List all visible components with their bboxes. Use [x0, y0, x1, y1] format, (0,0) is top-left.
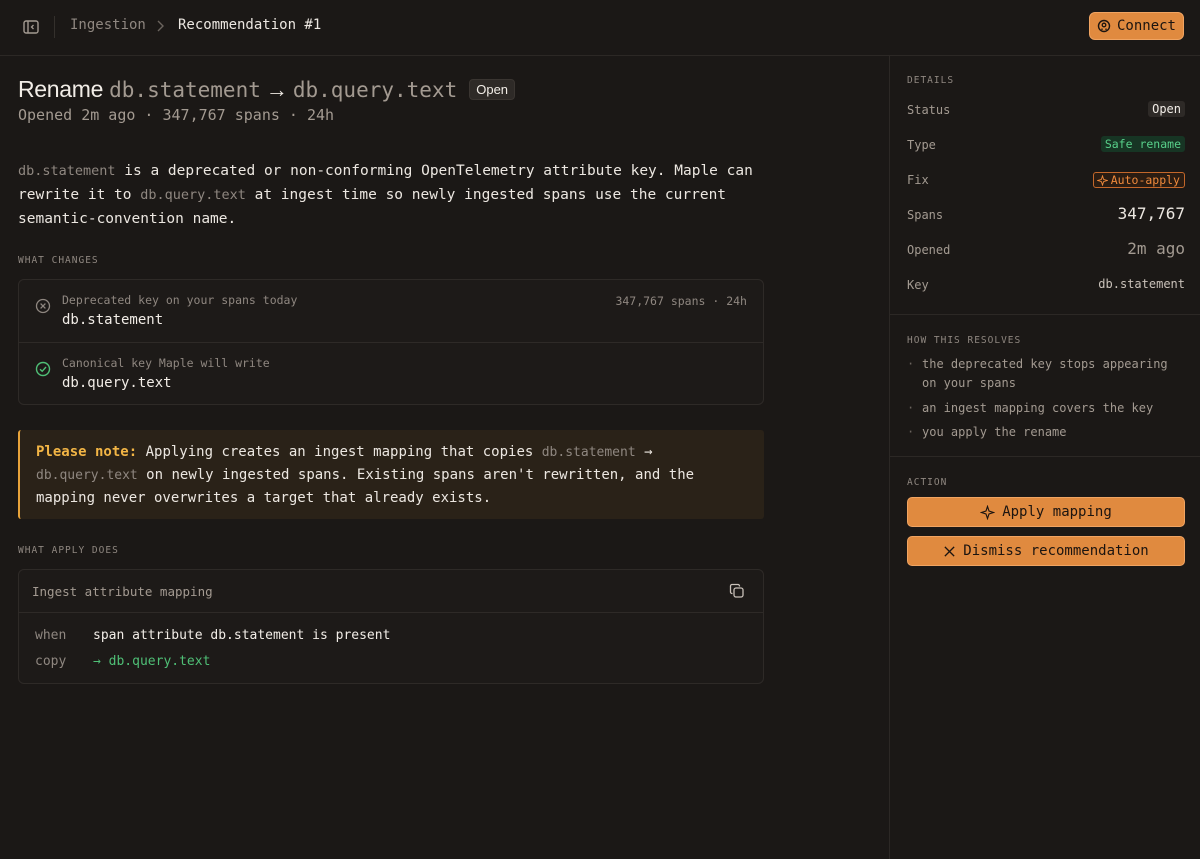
check-circle-icon [35, 361, 51, 377]
topbar-divider [54, 16, 55, 38]
detail-key-key: Key [907, 278, 929, 292]
dismiss-recommendation-label: Dismiss recommendation [963, 543, 1149, 559]
connect-label: Connect [1116, 18, 1176, 34]
title-from-key: db.statement [109, 77, 261, 102]
apply-mapping-label: Apply mapping [1002, 504, 1112, 520]
change-key-deprecated: db.statement [62, 312, 164, 328]
details-label: DETAILS [907, 75, 955, 86]
detail-opened: Opened 2m ago [907, 239, 1185, 263]
what-changes-box: Deprecated key on your spans today db.st… [18, 279, 764, 405]
details-section: DETAILS Status Open Type Safe rename Fix… [890, 56, 1200, 315]
action-label: ACTION [907, 477, 948, 488]
chevron-right-icon [157, 20, 164, 32]
detail-status-badge: Open [1148, 101, 1185, 117]
note-strong: Please note: [36, 444, 138, 460]
status-badge: Open [469, 79, 516, 100]
detail-key-value: db.statement [1098, 277, 1185, 291]
connect-button[interactable]: Connect [1089, 12, 1184, 40]
title-verb: Rename [18, 76, 104, 102]
change-meta-deprecated: 347,767 spans · 24h [615, 294, 747, 308]
top-bar: Ingestion Recommendation #1 Connect [0, 0, 1200, 56]
bullet-dot: · [907, 425, 915, 439]
connect-icon [1097, 19, 1111, 33]
x-circle-icon [35, 298, 51, 314]
note-key-from: db.statement [541, 445, 636, 460]
bullet-dot: · [907, 401, 915, 415]
how-resolves-label: HOW THIS RESOLVES [907, 335, 1022, 346]
rule-copy: copy → db.query.text [35, 654, 210, 669]
how-resolves-section: HOW THIS RESOLVES · the deprecated key st… [890, 315, 1200, 457]
page-title: Rename db.statement → db.query.text Open [18, 76, 516, 103]
title-arrow: → [265, 76, 288, 102]
detail-type-key: Type [907, 138, 936, 152]
ingest-mapping-box: Ingest attribute mapping when span attrib… [18, 569, 764, 684]
rule-when-value: span attribute db.statement is present [93, 628, 391, 643]
rule-copy-value: → db.query.text [93, 654, 211, 669]
bullet-dot: · [907, 357, 915, 371]
change-label-deprecated: Deprecated key on your spans today [62, 293, 298, 307]
note-key-to: db.query.text [36, 468, 138, 483]
breadcrumb-ingestion[interactable]: Ingestion [70, 17, 146, 33]
title-to-key: db.query.text [292, 77, 458, 102]
ingest-mapping-title: Ingest attribute mapping [32, 584, 213, 599]
detail-status: Status Open [907, 99, 1185, 123]
resolve-item: · the deprecated key stops appearing on y… [907, 357, 1168, 390]
detail-fix-key: Fix [907, 173, 929, 187]
change-label-canonical: Canonical key Maple will write [62, 356, 270, 370]
action-section: ACTION Apply mapping Dismiss recommendat… [890, 457, 1200, 597]
rule-when: when span attribute db.statement is prese… [35, 628, 390, 643]
change-row-canonical: Canonical key Maple will write db.query.… [19, 342, 763, 404]
rule-when-keyword: when [35, 628, 67, 643]
note-callout: Please note: Applying creates an ingest … [18, 430, 764, 519]
apply-mapping-button[interactable]: Apply mapping [907, 497, 1185, 527]
note-text-1: Applying creates an ingest mapping that … [137, 444, 542, 460]
detail-spans-value: 347,767 [1117, 204, 1185, 223]
sparkle-icon [980, 504, 996, 520]
detail-type-badge: Safe rename [1100, 136, 1185, 152]
detail-fix: Fix Auto-apply [907, 169, 1185, 193]
detail-spans-key: Spans [907, 208, 944, 222]
detail-fix-badge: Auto-apply [1092, 172, 1185, 188]
dismiss-recommendation-button[interactable]: Dismiss recommendation [907, 536, 1185, 566]
breadcrumb-current: Recommendation #1 [178, 17, 322, 33]
close-icon [944, 545, 955, 557]
resolve-item: · an ingest mapping covers the key [907, 399, 1185, 418]
what-changes-label: WHAT CHANGES [18, 255, 99, 266]
note-arrow: → [635, 444, 653, 460]
ingest-mapping-header: Ingest attribute mapping [19, 570, 763, 613]
change-key-canonical: db.query.text [62, 375, 172, 391]
page-subtitle: Opened 2m ago · 347,767 spans · 24h [18, 106, 335, 124]
detail-opened-value: 2m ago [1127, 239, 1185, 258]
sparkle-icon [1096, 174, 1108, 186]
resolve-item: · you apply the rename [907, 423, 1185, 442]
detail-fix-label: Auto-apply [1110, 173, 1180, 187]
sidebar-toggle-icon[interactable] [22, 18, 40, 36]
what-apply-does-label: WHAT APPLY DOES [18, 545, 119, 556]
detail-type: Type Safe rename [907, 134, 1185, 158]
detail-opened-key: Opened [907, 243, 951, 257]
detail-spans: Spans 347,767 [907, 204, 1185, 228]
detail-key: Key db.statement [907, 274, 1185, 298]
description-key-from: db.statement [18, 163, 116, 179]
rule-copy-keyword: copy [35, 654, 67, 669]
detail-status-key: Status [907, 103, 951, 117]
description-key-to: db.query.text [140, 187, 246, 203]
details-sidebar: DETAILS Status Open Type Safe rename Fix… [889, 56, 1200, 859]
description: db.statement is a deprecated or non-conf… [18, 159, 764, 231]
change-row-deprecated: Deprecated key on your spans today db.st… [19, 280, 763, 342]
copy-icon[interactable] [729, 583, 745, 599]
